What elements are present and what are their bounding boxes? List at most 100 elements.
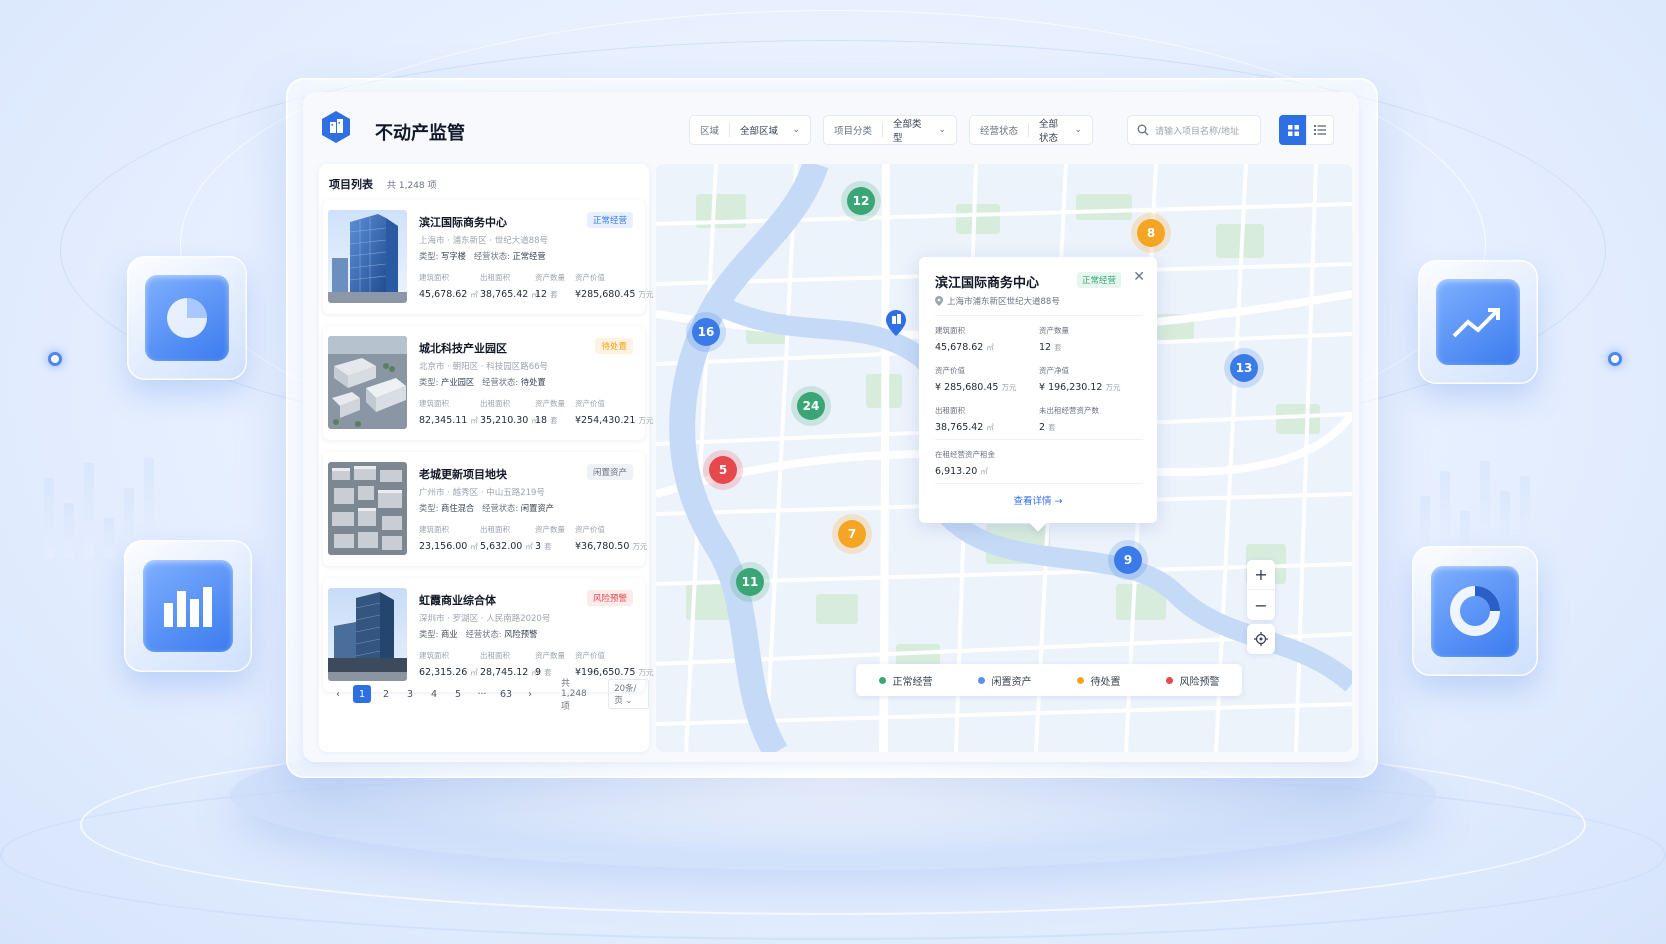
project-info-popup: 滨江国际商务中心 正常经营 ✕ 上海市浦东新区世纪大道88号 建筑面积 45,67…: [919, 257, 1157, 523]
status-filter[interactable]: 经营状态 全部状态 ⌄: [969, 115, 1093, 145]
page-button[interactable]: 1: [353, 685, 371, 703]
bar-chart-icon: [143, 559, 233, 653]
project-photo: [328, 336, 407, 429]
popup-field: 资产净值 ¥ 196,230.12 万元: [1039, 366, 1121, 393]
project-photo: [328, 588, 407, 681]
type-label: 类型:: [419, 503, 439, 513]
legend-item: 闲置资产: [977, 673, 1032, 688]
filter-label: 区域: [700, 123, 731, 137]
page-size-select[interactable]: 20条/页 ⌄: [608, 679, 649, 709]
grid-icon: [1287, 124, 1299, 136]
popup-field: 资产数量 12 套: [1039, 326, 1069, 353]
project-card[interactable]: 老城更新项目地块 闲置资产 广州市 · 越秀区 · 中山五路219号 类型: 商…: [323, 452, 648, 566]
zoom-out-button[interactable]: −: [1247, 590, 1275, 620]
page-button[interactable]: 3: [401, 685, 419, 703]
pie-chart-widget: [127, 256, 247, 380]
page-button[interactable]: 4: [425, 685, 443, 703]
map-view[interactable]: 12 8 16 13 24 5 7 9 11 滨江国际商务中心 正常经营 ✕ 上…: [656, 164, 1352, 752]
crosshair-icon: [1254, 632, 1268, 646]
popup-field: 未出租经营资产数 2 套: [1039, 406, 1099, 433]
trend-up-icon: [1436, 278, 1520, 366]
status-badge: 闲置资产: [586, 464, 633, 480]
chevron-down-icon: ⌄: [792, 125, 800, 135]
legend-dot: [1165, 676, 1173, 684]
page-button[interactable]: 63: [497, 685, 515, 703]
map-cluster-marker[interactable]: 5: [709, 456, 737, 484]
metric-leased: 出租面积 35,210.30 ㎡: [480, 399, 539, 426]
project-card[interactable]: 滨江国际商务中心 正常经营 上海市 · 浦东新区 · 世纪大道88号 类型: 写…: [323, 200, 653, 314]
page-button[interactable]: 5: [449, 685, 467, 703]
type-value: 商业: [441, 629, 458, 639]
location-icon: [935, 296, 943, 306]
op-status-label: 经营状态:: [482, 377, 519, 387]
project-type-line: 类型: 商住混合 经营状态: 闲置资产: [419, 502, 554, 514]
project-address: 深圳市 · 罗湖区 · 人民南路2020号: [419, 614, 551, 624]
legend-dot: [977, 676, 985, 684]
map-cluster-marker[interactable]: 11: [736, 568, 764, 596]
op-status-value: 风险预警: [504, 629, 538, 639]
page-button[interactable]: 2: [377, 685, 395, 703]
grid-view-button[interactable]: [1279, 115, 1307, 145]
list-view-button[interactable]: [1306, 115, 1334, 145]
type-value: 写字楼: [441, 251, 466, 261]
map-cluster-marker[interactable]: 7: [838, 520, 866, 548]
filter-value: 全部类型: [893, 119, 922, 144]
next-page-button[interactable]: ›: [521, 685, 539, 703]
metric-area: 建筑面积 45,678.62 ㎡: [419, 273, 478, 300]
legend-dot: [878, 676, 886, 684]
region-filter[interactable]: 区域 全部区域 ⌄: [689, 115, 811, 145]
prev-page-button[interactable]: ‹: [329, 685, 347, 703]
filter-value: 全部状态: [1039, 119, 1059, 144]
zoom-in-button[interactable]: +: [1247, 560, 1275, 590]
search-box[interactable]: 请输入项目名称/地址: [1127, 115, 1261, 145]
decorative-bars: [1420, 456, 1530, 556]
metric-value: 资产价值 ¥285,680.45 万元: [575, 273, 654, 300]
view-details-link[interactable]: 查看详情 →: [919, 493, 1157, 507]
op-status-label: 经营状态:: [465, 629, 502, 639]
project-type-line: 类型: 产业园区 经营状态: 待处置: [419, 376, 546, 388]
close-icon[interactable]: ✕: [1133, 269, 1145, 285]
map-cluster-marker[interactable]: 12: [847, 187, 875, 215]
metric-leased: 出租面积 5,632.00 ㎡: [480, 525, 533, 552]
metric-assets: 资产数量 9 套: [535, 651, 565, 678]
metric-assets: 资产数量 18 套: [535, 399, 565, 426]
metric-value: 资产价值 ¥254,430.21 万元: [575, 399, 654, 426]
legend-item: 待处置: [1076, 673, 1121, 688]
op-status-label: 经营状态:: [482, 503, 519, 513]
project-name: 城北科技产业园区: [419, 342, 507, 355]
project-card[interactable]: 城北科技产业园区 待处置 北京市 · 朝阳区 · 科技园区路66号 类型: 产业…: [323, 326, 653, 440]
metric-assets: 资产数量 12 套: [535, 273, 565, 300]
metric-area: 建筑面积 82,345.11 ㎡: [419, 399, 478, 426]
op-status-value: 待处置: [520, 377, 546, 387]
popup-field: 资产价值 ¥ 285,680.45 万元: [935, 366, 1017, 393]
category-filter[interactable]: 项目分类 全部类型 ⌄: [823, 115, 957, 145]
project-name: 老城更新项目地块: [419, 468, 507, 481]
status-badge: 风险预警: [586, 590, 633, 606]
selected-location-pin-icon[interactable]: [885, 309, 907, 337]
popup-field: 建筑面积 45,678.62 ㎡: [935, 326, 994, 353]
status-badge: 正常经营: [1077, 272, 1122, 288]
metric-value: 资产价值 ¥36,780.50 万元: [575, 525, 648, 552]
locate-button[interactable]: [1247, 624, 1275, 654]
type-value: 产业园区: [441, 377, 475, 387]
metric-assets: 资产数量 3 套: [535, 525, 565, 552]
map-cluster-marker[interactable]: 16: [692, 318, 720, 346]
divider: [935, 439, 1143, 440]
legend-item: 风险预警: [1165, 673, 1220, 688]
app-window: 不动产监管 区域 全部区域 ⌄ 项目分类 全部类型 ⌄ 经营状态 全部状态 ⌄ …: [303, 92, 1359, 762]
project-name: 虹霞商业综合体: [419, 594, 496, 607]
type-value: 商住混合: [441, 503, 475, 513]
project-address: 北京市 · 朝阳区 · 科技园区路66号: [419, 362, 549, 372]
status-badge: 待处置: [595, 338, 633, 354]
pagination: ‹ 1 2 3 4 5 ··· 63 › 共 1,248 项 20条/页 ⌄: [329, 679, 649, 712]
list-count: 共 1,248 项: [387, 181, 437, 191]
op-status-label: 经营状态:: [473, 251, 510, 261]
map-cluster-marker[interactable]: 8: [1137, 219, 1165, 247]
bar-chart-widget: [124, 540, 252, 672]
map-cluster-marker[interactable]: 13: [1230, 354, 1258, 382]
donut-chart-widget: [1412, 546, 1538, 676]
donut-chart-icon: [1430, 565, 1520, 657]
map-cluster-marker[interactable]: 24: [797, 392, 825, 420]
project-card[interactable]: 虹霞商业综合体 风险预警 深圳市 · 罗湖区 · 人民南路2020号 类型: 商…: [323, 578, 653, 692]
map-cluster-marker[interactable]: 9: [1114, 546, 1142, 574]
